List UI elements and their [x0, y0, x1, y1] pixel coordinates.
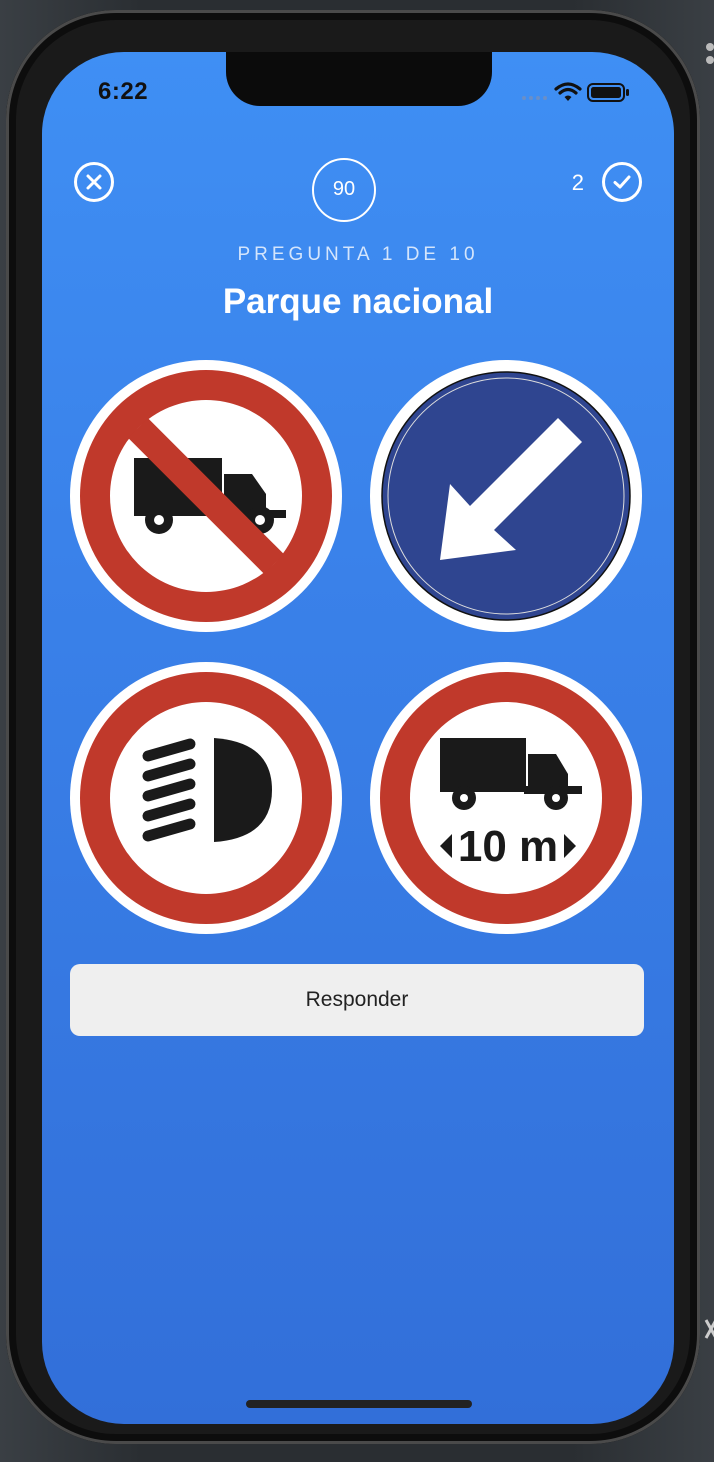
- close-icon: [86, 174, 102, 190]
- phone-frame: 6:22 90 2 PREGUNTA 1 DE 10 Parque nacion…: [6, 10, 700, 1444]
- status-time: 6:22: [98, 78, 149, 105]
- notch: [226, 52, 492, 106]
- question-counter: PREGUNTA 1 DE 10: [237, 244, 479, 265]
- answer-button[interactable]: Responder: [70, 964, 644, 1036]
- answer-option-2[interactable]: [370, 360, 642, 632]
- app-screen: 6:22 90 2 PREGUNTA 1 DE 10 Parque nacion…: [42, 52, 674, 1424]
- wifi-icon: [554, 82, 582, 101]
- home-indicator[interactable]: [246, 1400, 472, 1408]
- status-icons: [522, 82, 629, 102]
- close-x-icon: [704, 1319, 714, 1339]
- answer-option-4[interactable]: 10 m: [370, 662, 642, 934]
- no-trucks-sign-icon: [80, 370, 332, 622]
- battery-icon: [587, 83, 629, 102]
- more-dots-icon: [706, 43, 714, 64]
- keep-left-sign-icon: [381, 371, 631, 621]
- checkmark-icon: [613, 175, 631, 189]
- correct-count: 2: [571, 170, 584, 195]
- answer-option-1[interactable]: [70, 360, 342, 632]
- question-title: Parque nacional: [222, 282, 494, 321]
- cellular-signal-icon: [522, 96, 547, 100]
- no-high-beam-sign-icon: [80, 672, 332, 924]
- sign-length-text: 10 m: [458, 822, 558, 871]
- correct-answers-button[interactable]: [602, 162, 642, 202]
- timer-badge: 90: [312, 158, 376, 222]
- close-button[interactable]: [74, 162, 114, 202]
- answer-option-3[interactable]: [70, 662, 342, 934]
- max-length-sign-icon: 10 m: [380, 672, 632, 924]
